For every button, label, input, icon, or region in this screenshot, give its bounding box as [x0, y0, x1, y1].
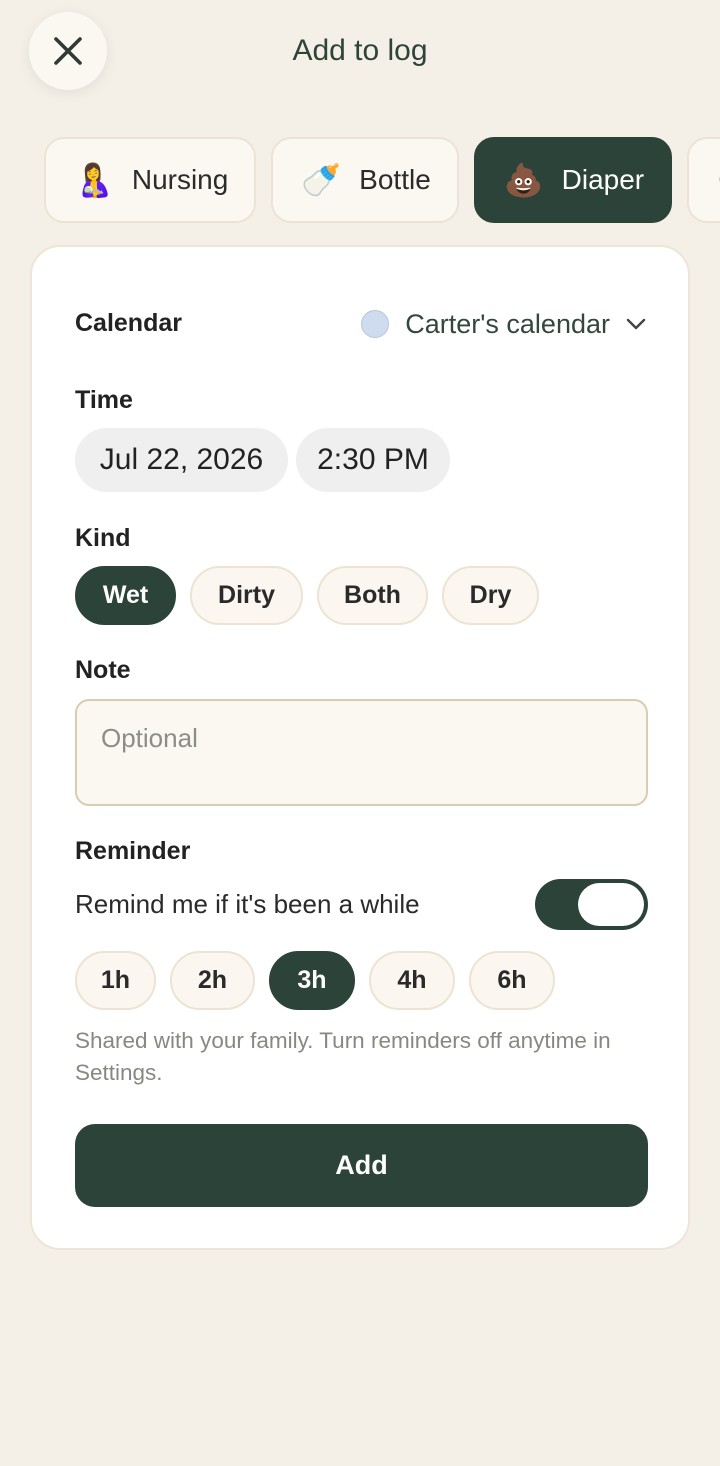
- date-picker[interactable]: Jul 22, 2026: [75, 428, 288, 492]
- note-input[interactable]: [75, 699, 648, 806]
- kind-options: Wet Dirty Both Dry: [75, 566, 539, 625]
- time-label: Time: [75, 386, 133, 414]
- reminder-helper-text: Shared with your family. Turn reminders …: [75, 1028, 611, 1085]
- kind-both[interactable]: Both: [317, 566, 428, 625]
- page-title: Add to log: [292, 34, 428, 67]
- calendar-label: Calendar: [75, 309, 182, 337]
- tab-diaper[interactable]: 💩 Diaper: [473, 137, 673, 223]
- reminder-label: Reminder: [75, 837, 191, 865]
- nursing-icon: 🤱: [74, 162, 114, 198]
- tab-label: Diaper: [561, 164, 645, 195]
- note-label: Note: [75, 656, 131, 684]
- interval-options: 1h 2h 3h 4h 6h: [75, 951, 555, 1010]
- reminder-text: Remind me if it's been a while: [75, 889, 420, 919]
- kind-dry[interactable]: Dry: [442, 566, 539, 625]
- time-picker[interactable]: 2:30 PM: [296, 428, 450, 492]
- bottle-icon: 🍼: [301, 162, 342, 198]
- log-type-tabs: 🤱 Nursing 🍼 Bottle 💩 Diaper 😴: [44, 137, 720, 223]
- interval-6h[interactable]: 6h: [469, 951, 555, 1010]
- kind-label: Kind: [75, 524, 131, 552]
- diaper-icon: 💩: [503, 162, 544, 198]
- tab-nursing[interactable]: 🤱 Nursing: [44, 137, 257, 223]
- calendar-color-dot: [361, 310, 390, 338]
- tab-bottle[interactable]: 🍼 Bottle: [271, 137, 459, 223]
- interval-2h[interactable]: 2h: [170, 951, 255, 1010]
- reminder-toggle[interactable]: [535, 879, 648, 930]
- interval-3h[interactable]: 3h: [269, 951, 355, 1010]
- tab-label: Nursing: [131, 164, 229, 195]
- calendar-name: Carter's calendar: [405, 308, 610, 339]
- tab-sleep[interactable]: 😴: [687, 137, 720, 223]
- log-form-card: Calendar Carter's calendar Time Jul 22, …: [30, 245, 690, 1250]
- kind-wet[interactable]: Wet: [75, 566, 176, 625]
- tab-label: Bottle: [359, 164, 431, 195]
- interval-1h[interactable]: 1h: [75, 951, 156, 1010]
- toggle-knob: [578, 883, 644, 926]
- kind-dirty[interactable]: Dirty: [190, 566, 303, 625]
- chevron-down-icon: [626, 318, 646, 330]
- calendar-select[interactable]: Carter's calendar: [361, 307, 646, 341]
- interval-4h[interactable]: 4h: [369, 951, 455, 1010]
- add-button[interactable]: Add: [75, 1124, 648, 1207]
